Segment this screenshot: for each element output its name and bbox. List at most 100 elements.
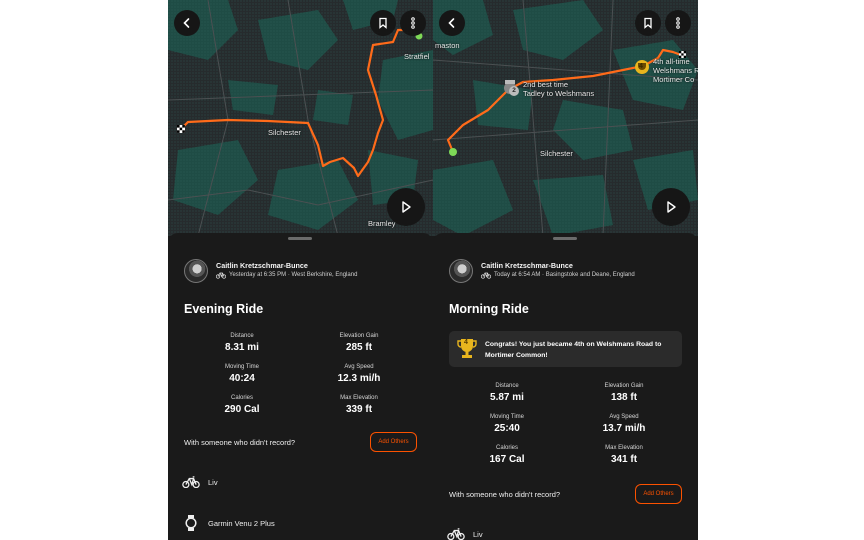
athlete-name[interactable]: Caitlin Kretzschmar-Bunce (481, 261, 573, 270)
stat-distance: Distance 8.31 mi (192, 333, 292, 353)
play-icon (667, 201, 676, 213)
finish-marker (177, 125, 185, 133)
map-place-label: maston (435, 41, 460, 50)
stat-max-elevation: Max Elevation 339 ft (309, 395, 409, 415)
bookmark-icon (379, 17, 387, 29)
gear-device-row[interactable]: Garmin Venu 2 Plus (182, 515, 275, 531)
bike-icon (216, 272, 226, 279)
back-button[interactable] (439, 10, 465, 36)
add-others-button[interactable]: Add Others (635, 484, 682, 504)
map-place-label: Stratfiel (404, 52, 430, 61)
stat-label: Calories (495, 445, 518, 451)
gear-label: Liv (473, 529, 483, 539)
stat-value: 290 Cal (224, 404, 260, 415)
more-options-button[interactable] (400, 10, 426, 36)
add-others-button[interactable]: Add Others (370, 432, 417, 452)
route-map[interactable]: Silchester Bramley Stratfiel (168, 0, 433, 236)
map-place-label: Bramley (368, 219, 396, 228)
gear-bike-row[interactable]: Liv (447, 528, 483, 540)
more-options-button[interactable] (665, 10, 691, 36)
stat-label: Avg Speed (609, 414, 639, 420)
tag-others-prompt: With someone who didn't record? (449, 490, 561, 499)
activity-meta: Today at 6:54 AM · Basingstoke and Deane… (481, 271, 635, 279)
stat-value: 13.7 mi/h (602, 423, 646, 434)
stat-calories: Calories 167 Cal (457, 445, 557, 465)
back-button[interactable] (174, 10, 200, 36)
stat-value: 5.87 mi (490, 392, 524, 403)
athlete-name[interactable]: Caitlin Kretzschmar-Bunce (216, 261, 308, 270)
segment-rank-4: 4 (639, 63, 643, 70)
stat-calories: Calories 290 Cal (192, 395, 292, 415)
stat-distance: Distance 5.87 mi (457, 383, 557, 403)
stat-value: 25:40 (494, 423, 520, 434)
stat-label: Max Elevation (340, 395, 378, 401)
gear-bike-row[interactable]: Liv (182, 476, 218, 488)
stat-avg-speed: Avg Speed 12.3 mi/h (309, 364, 409, 384)
segment-label-line1[interactable]: 2nd best time (523, 80, 568, 89)
stat-label: Moving Time (224, 364, 259, 370)
stat-label: Calories (230, 395, 253, 401)
sheet-drag-handle[interactable] (553, 237, 577, 240)
activity-meta: Yesterday at 6:35 PM · West Berkshire, E… (216, 271, 357, 279)
stat-value: 285 ft (345, 342, 373, 353)
more-vertical-icon (676, 17, 680, 29)
sheet-drag-handle[interactable] (288, 237, 312, 240)
segment-label-line2[interactable]: Tadley to Welshmans (523, 89, 594, 98)
bookmark-button[interactable] (635, 10, 661, 36)
stat-value: 339 ft (345, 404, 373, 415)
bike-icon (447, 528, 465, 540)
stat-value: 12.3 mi/h (337, 373, 381, 384)
trophy-rank: 4 (464, 339, 468, 346)
stat-elevation-gain: Elevation Gain 138 ft (574, 383, 674, 403)
bookmark-icon (644, 17, 652, 29)
stat-value: 341 ft (610, 454, 638, 465)
chevron-left-icon (183, 18, 190, 28)
route-map[interactable]: maston Silchester 2 2nd best time Tadley… (433, 0, 698, 236)
play-flyover-button[interactable] (387, 188, 425, 226)
bike-icon (182, 476, 200, 488)
activity-time-location: Today at 6:54 AM · Basingstoke and Deane… (494, 272, 635, 278)
segment-label-line2[interactable]: Welshmans R (653, 66, 698, 75)
segment-rank-2: 2 (509, 86, 519, 96)
stat-value: 167 Cal (489, 454, 525, 465)
stat-label: Elevation Gain (339, 333, 379, 339)
activity-title: Evening Ride (184, 302, 264, 316)
stat-value: 138 ft (610, 392, 638, 403)
more-vertical-icon (411, 17, 415, 29)
stat-value: 40:24 (229, 373, 255, 384)
activity-details-sheet[interactable]: Caitlin Kretzschmar-Bunce Yesterday at 6… (168, 233, 433, 540)
stat-label: Max Elevation (605, 445, 643, 451)
achievement-text: Congrats! You just became 4th on Welshma… (485, 341, 662, 359)
stat-label: Distance (495, 383, 519, 389)
map-place-label: Silchester (268, 128, 301, 137)
segment-label-line1[interactable]: 4th all-time (653, 57, 690, 66)
stat-value: 8.31 mi (225, 342, 259, 353)
watch-icon (182, 515, 200, 531)
stat-avg-speed: Avg Speed 13.7 mi/h (574, 414, 674, 434)
gear-label: Garmin Venu 2 Plus (208, 518, 275, 528)
avatar[interactable] (184, 259, 208, 283)
stat-max-elevation: Max Elevation 341 ft (574, 445, 674, 465)
activity-screen-morning-ride: maston Silchester 2 2nd best time Tadley… (433, 0, 698, 540)
start-marker (449, 148, 457, 156)
avatar[interactable] (449, 259, 473, 283)
stat-moving-time: Moving Time 40:24 (192, 364, 292, 384)
stat-moving-time: Moving Time 25:40 (457, 414, 557, 434)
bike-icon (481, 272, 491, 279)
tag-others-prompt: With someone who didn't record? (184, 438, 296, 447)
activity-title: Morning Ride (449, 302, 529, 316)
segment-label-line3[interactable]: Mortimer Co (653, 75, 694, 84)
stat-label: Distance (230, 333, 254, 339)
gear-label: Liv (208, 477, 218, 487)
bookmark-button[interactable] (370, 10, 396, 36)
play-flyover-button[interactable] (652, 188, 690, 226)
achievement-banner[interactable]: 4 Congrats! You just became 4th on Welsh… (449, 331, 682, 367)
stat-label: Moving Time (489, 414, 524, 420)
activity-details-sheet[interactable]: Caitlin Kretzschmar-Bunce Today at 6:54 … (433, 233, 698, 540)
activity-time-location: Yesterday at 6:35 PM · West Berkshire, E… (229, 272, 358, 278)
stat-elevation-gain: Elevation Gain 285 ft (309, 333, 409, 353)
stat-label: Elevation Gain (604, 383, 644, 389)
activity-screen-evening-ride: Silchester Bramley Stratfiel Caitlin Kre… (168, 0, 433, 540)
play-icon (402, 201, 411, 213)
map-place-label: Silchester (540, 149, 573, 158)
